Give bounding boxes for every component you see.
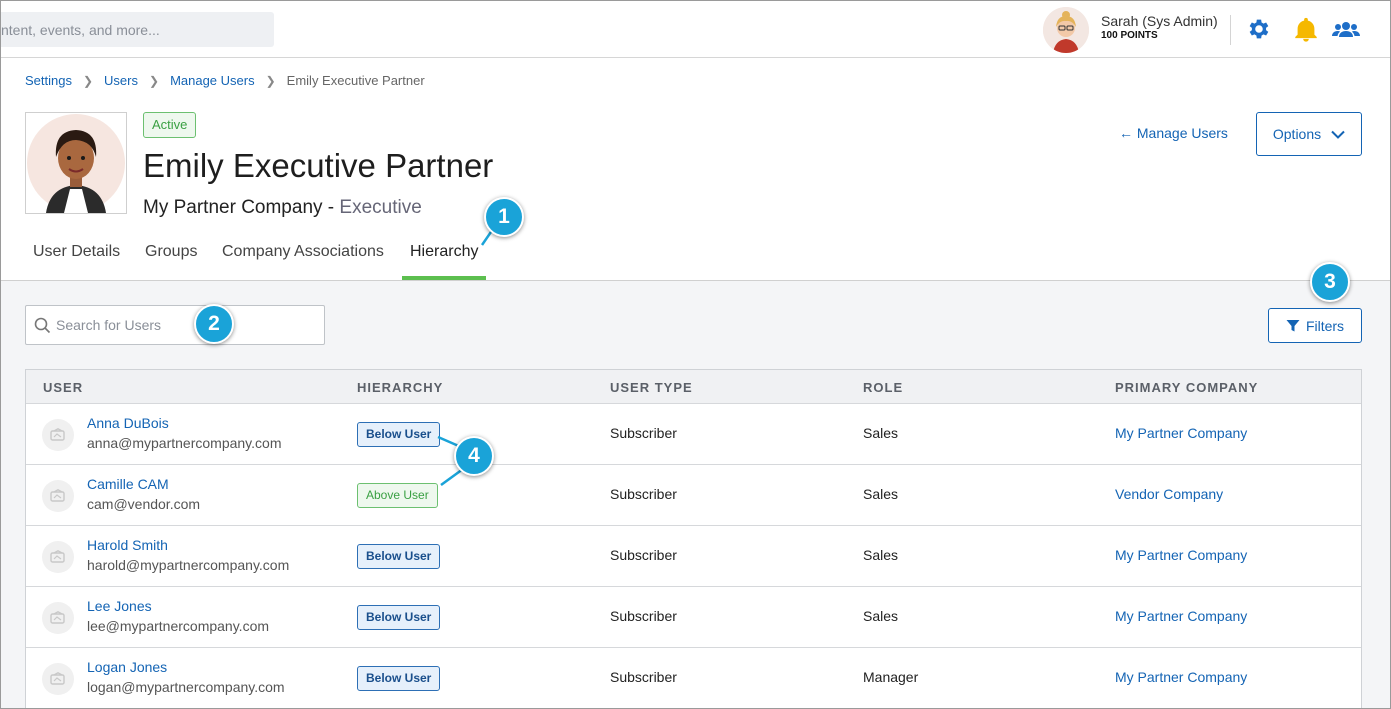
callout-marker-2: 2 xyxy=(194,304,234,344)
callout-marker-3: 3 xyxy=(1310,262,1350,302)
callout-marker-1: 1 xyxy=(484,197,524,237)
callout-marker-4: 4 xyxy=(454,436,494,476)
app-frame: ntent, events, and more... Sarah (Sys Ad… xyxy=(0,0,1391,709)
callout-connectors xyxy=(437,228,495,487)
